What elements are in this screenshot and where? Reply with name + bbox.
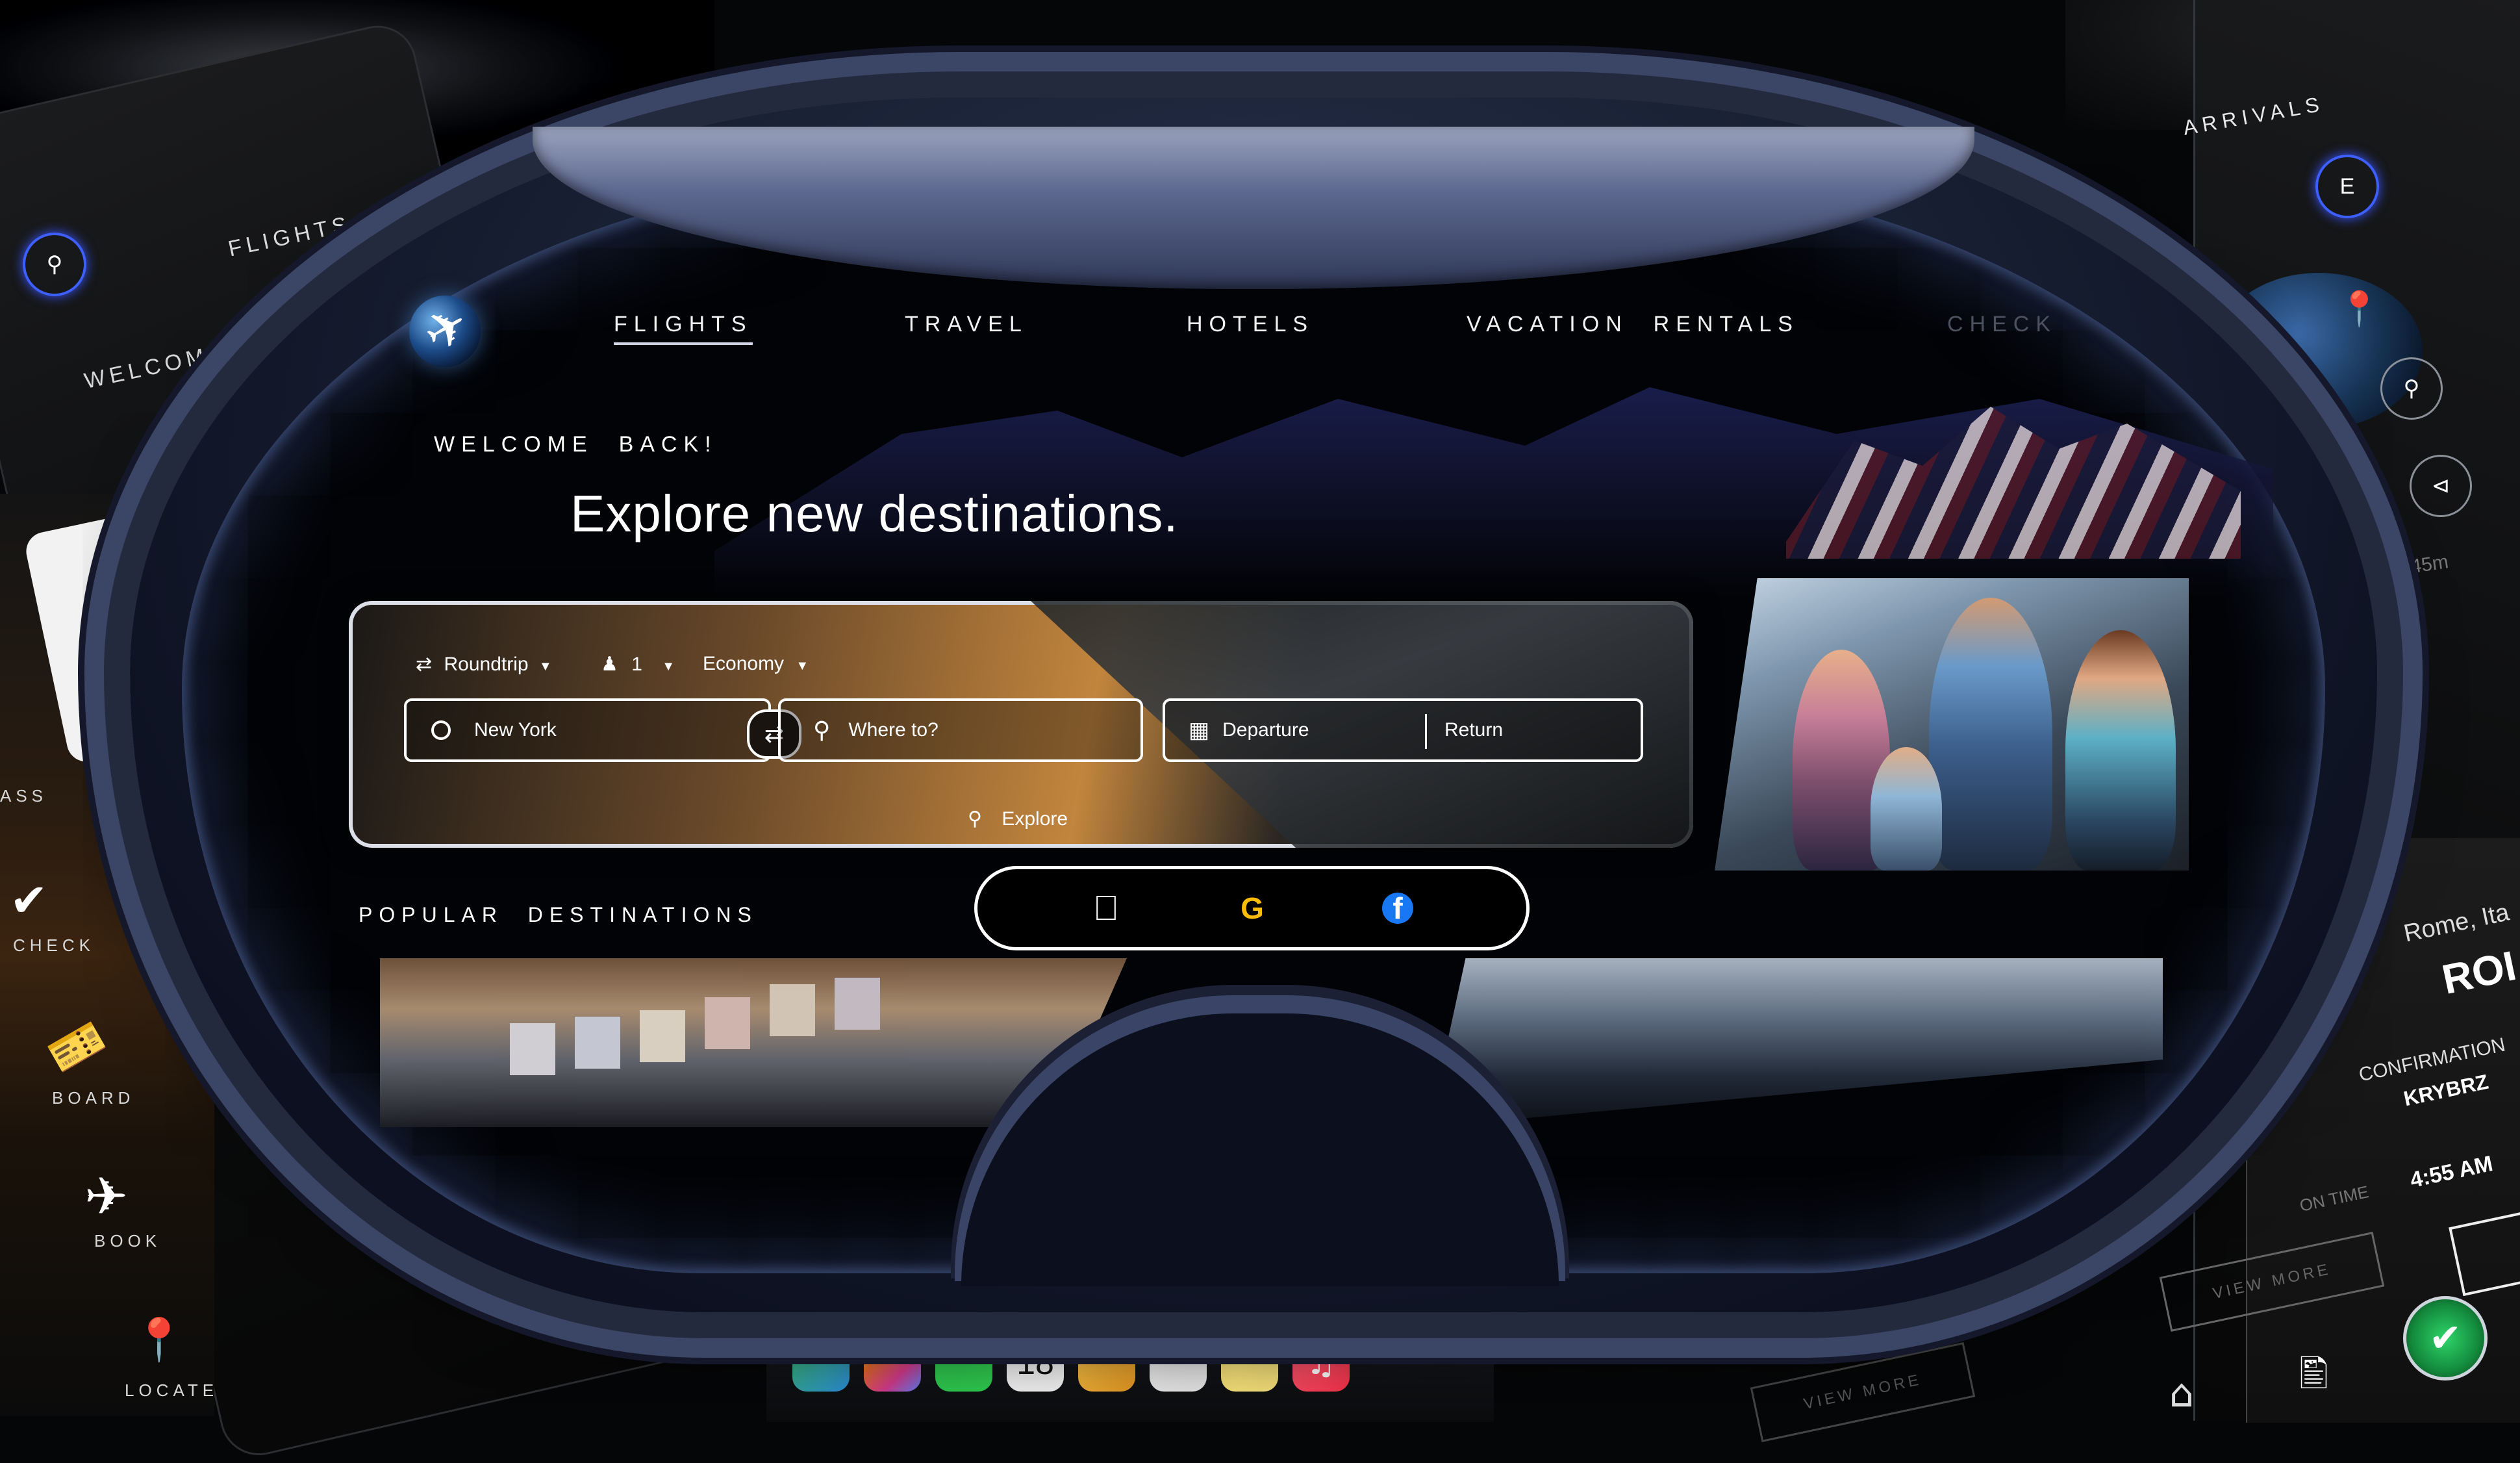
nav-vacation-rentals[interactable]: VACATION RENTALS xyxy=(1467,312,1799,337)
view-more-label-2: VIEW MORE xyxy=(1802,1371,1924,1413)
chevron-down-icon: ▼ xyxy=(796,659,809,673)
airplane-icon[interactable]: ✈ xyxy=(84,1166,128,1227)
photo-house xyxy=(510,1023,555,1075)
search-icon: ⚲ xyxy=(46,252,63,277)
check-confirm-button[interactable]: ✔ xyxy=(2403,1296,2488,1380)
music-app-icon[interactable]: ♫ xyxy=(1292,1334,1350,1392)
passenger-dropdown[interactable]: ♟ 1 ▼ xyxy=(601,653,675,676)
return-label[interactable]: Return xyxy=(1444,719,1503,741)
trip-type-dropdown[interactable]: ⇄ Roundtrip ▼ xyxy=(416,653,552,676)
photo-person-4 xyxy=(2065,630,2176,871)
photo-house xyxy=(835,978,880,1030)
photo-house xyxy=(770,984,815,1036)
home-icon[interactable]: ⌂ xyxy=(2169,1371,2194,1416)
photo-person-2 xyxy=(1929,598,2052,871)
left-locate-label[interactable]: LOCATE xyxy=(125,1380,218,1401)
passenger-count: 1 xyxy=(631,654,642,675)
facebook-letter: f xyxy=(1392,891,1403,925)
chevron-down-icon: ▼ xyxy=(538,659,552,674)
badge-letter: E xyxy=(2339,173,2355,199)
cabin-class-value: Economy xyxy=(703,653,785,674)
map-pin-icon: 📍 xyxy=(2338,290,2380,329)
photo-person-3 xyxy=(1871,747,1942,871)
nav-hotels[interactable]: HOTELS xyxy=(1187,312,1314,337)
app-dock: 18 ♫ xyxy=(766,1299,1494,1422)
explore-label: Explore xyxy=(1002,808,1068,830)
notes-app-icon[interactable] xyxy=(1221,1334,1278,1392)
google-icon[interactable]: G xyxy=(1233,889,1272,928)
google-letter: G xyxy=(1241,891,1264,925)
origin-value: New York xyxy=(474,719,557,741)
maps-app-icon[interactable] xyxy=(792,1334,850,1392)
destination-badge-button[interactable]: E xyxy=(2315,155,2379,218)
hero-headline: Explore new destinations. xyxy=(570,485,1179,542)
contacts-app-icon[interactable] xyxy=(1078,1334,1135,1392)
nav-travel[interactable]: TRAVEL xyxy=(905,312,1028,337)
passport-icon[interactable]: 🖺 xyxy=(2299,1348,2328,1410)
photos-app-icon[interactable] xyxy=(864,1334,921,1392)
date-divider xyxy=(1425,714,1427,749)
nav-flights[interactable]: FLIGHTS xyxy=(614,312,753,345)
calendar-icon: ▦ xyxy=(1189,718,1210,743)
social-login-bar:  G f xyxy=(974,866,1530,950)
destination-card-coastal-town[interactable] xyxy=(380,958,1127,1127)
destination-field[interactable]: ⚲ Where to? xyxy=(778,698,1143,762)
apple-icon[interactable]:  xyxy=(1087,889,1126,928)
location-button[interactable]: ⚲ xyxy=(2380,357,2443,420)
destination-placeholder: Where to? xyxy=(848,719,939,741)
left-check-label[interactable]: CHECK xyxy=(13,935,95,956)
facetime-app-icon[interactable] xyxy=(935,1334,992,1392)
photo-house xyxy=(705,997,750,1049)
check-icon: ✔ xyxy=(2428,1316,2462,1361)
nav-check[interactable]: CHECK xyxy=(1947,312,2057,337)
person-icon: ♟ xyxy=(601,654,618,675)
search-icon: ⚲ xyxy=(968,808,982,830)
origin-field[interactable]: New York xyxy=(404,698,771,762)
popular-destinations-heading: POPULAR DESTINATIONS xyxy=(359,903,758,926)
explore-button[interactable]: ⚲ Explore xyxy=(968,808,1068,830)
photo-house xyxy=(575,1017,620,1069)
location-pin-icon-small: ⚲ xyxy=(2403,375,2420,401)
calendar-app-icon[interactable]: 18 xyxy=(1007,1334,1064,1392)
left-search-button[interactable]: ⚲ xyxy=(23,233,86,296)
share-icon: ⊲ xyxy=(2431,473,2451,499)
view-more-button-2[interactable]: VIEW MORE xyxy=(1750,1342,1976,1442)
view-more-label: VIEW MORE xyxy=(2211,1260,2333,1303)
destination-pin-icon: ⚲ xyxy=(813,717,831,743)
origin-circle-icon xyxy=(431,720,451,740)
family-travel-photo xyxy=(1715,578,2189,871)
chevron-down-icon: ▼ xyxy=(662,659,675,674)
share-button[interactable]: ⊲ xyxy=(2410,455,2472,517)
date-field[interactable]: ▦ Departure Return xyxy=(1163,698,1643,762)
photo-house xyxy=(640,1010,685,1062)
welcome-heading: WELCOME BACK! xyxy=(434,432,718,457)
left-pass-label[interactable]: ASS xyxy=(0,786,47,806)
departure-label[interactable]: Departure xyxy=(1222,719,1309,741)
calendar-date: 18 xyxy=(1016,1344,1054,1382)
cabin-class-dropdown[interactable]: Economy ▼ xyxy=(703,653,809,675)
left-board-label[interactable]: BOARD xyxy=(52,1088,134,1108)
reminders-app-icon[interactable] xyxy=(1150,1334,1207,1392)
trip-type-value: Roundtrip xyxy=(444,654,529,675)
check-circle-icon[interactable]: ✔ xyxy=(10,874,48,927)
facebook-icon[interactable]: f xyxy=(1382,891,1413,925)
swap-arrows-icon: ⇄ xyxy=(416,654,433,675)
location-pin-icon[interactable]: 📍 xyxy=(133,1316,185,1364)
left-book-label[interactable]: BOOK xyxy=(94,1231,161,1251)
